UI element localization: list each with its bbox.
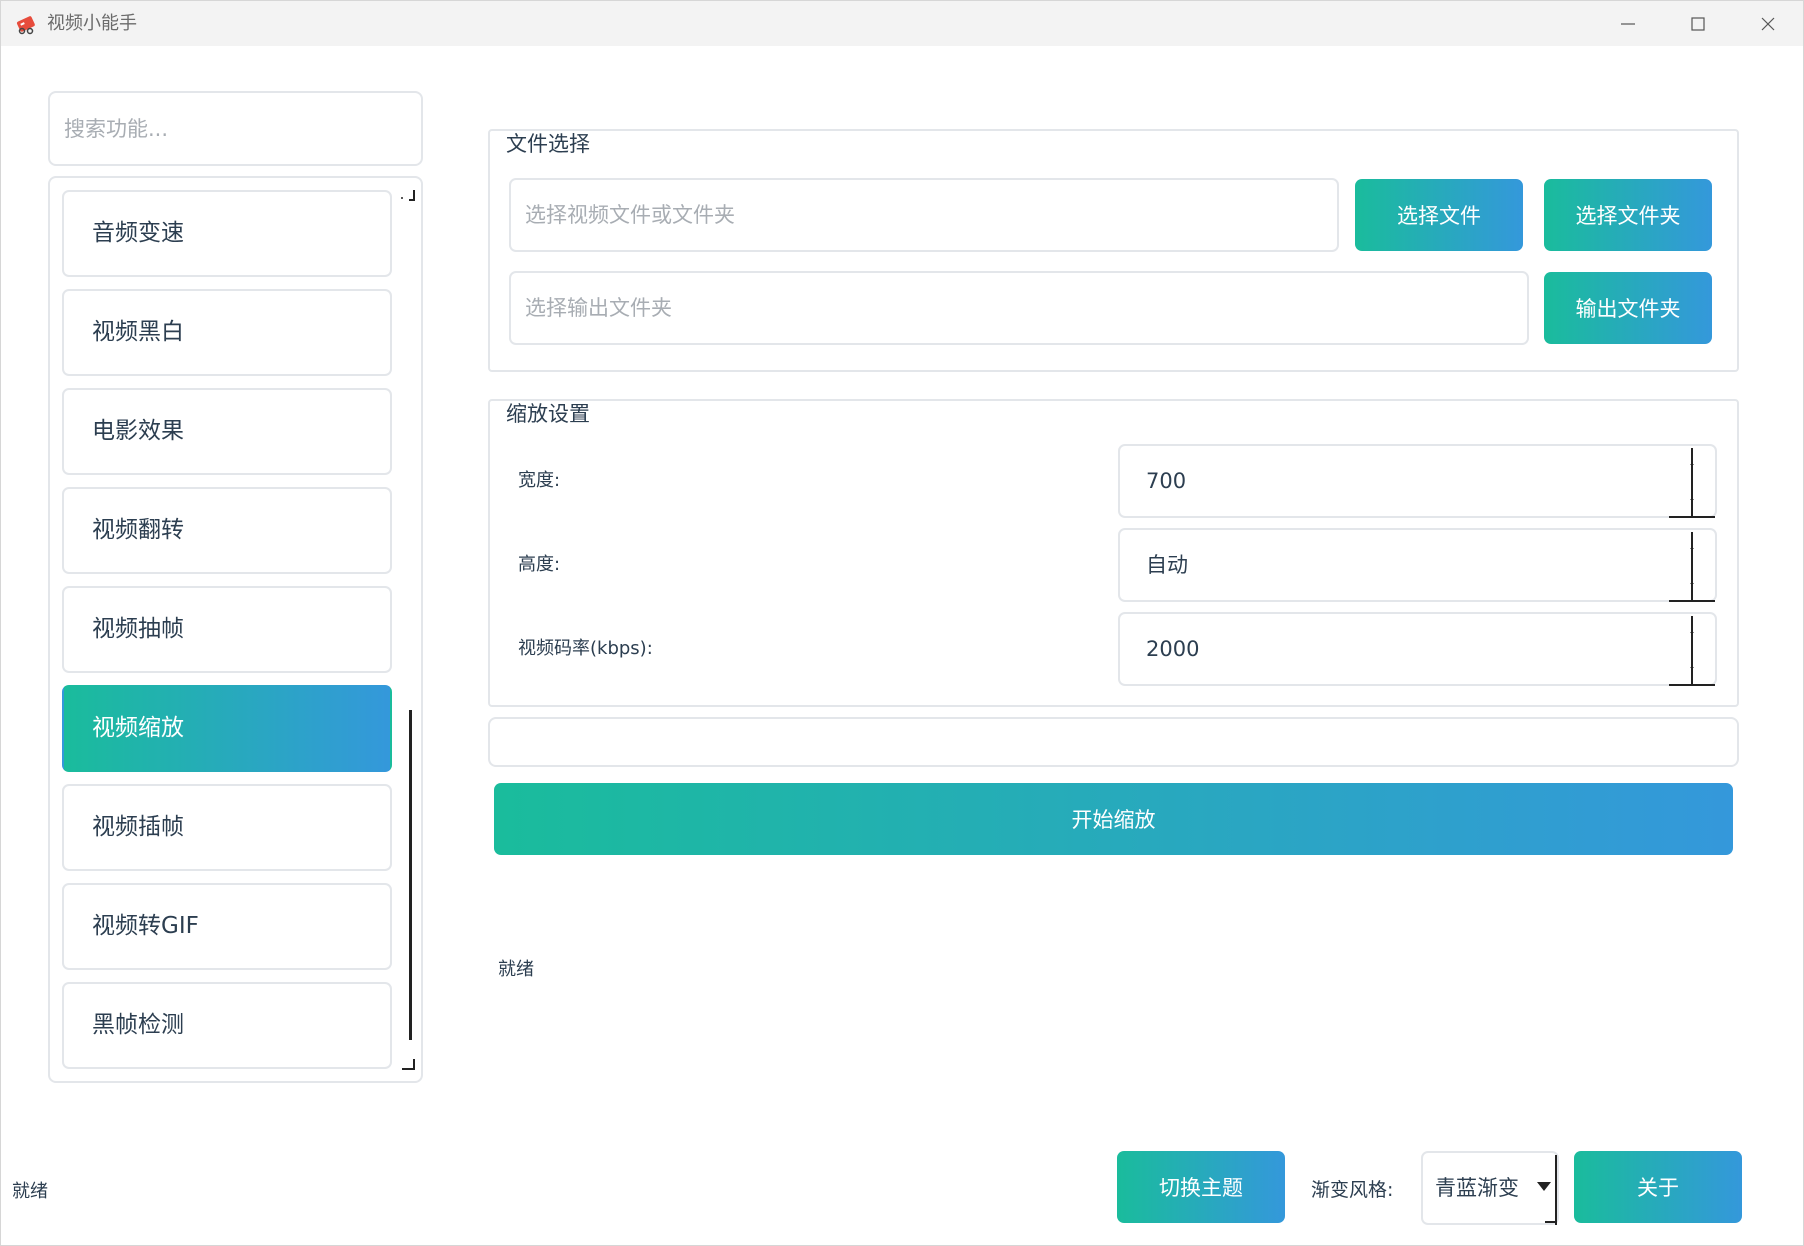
window-title: 视频小能手 bbox=[47, 13, 137, 34]
minimize-icon bbox=[1621, 22, 1635, 25]
maximize-icon bbox=[1691, 16, 1705, 31]
video-file-input[interactable] bbox=[509, 178, 1339, 252]
spin-divider bbox=[1691, 448, 1693, 518]
status-bar-text: 就绪 bbox=[12, 1181, 48, 1202]
sidebar-item-video-flip[interactable]: 视频翻转 bbox=[62, 487, 392, 574]
dropdown-arrow-icon bbox=[1537, 1182, 1551, 1191]
spin-bottom-edge bbox=[1669, 600, 1715, 602]
close-icon bbox=[1761, 17, 1775, 30]
file-selection-title: 文件选择 bbox=[504, 131, 592, 157]
sidebar-item-video-to-gif[interactable]: 视频转GIF bbox=[62, 883, 392, 970]
output-folder-button[interactable]: 输出文件夹 bbox=[1544, 272, 1712, 344]
panel-status-text: 就绪 bbox=[498, 959, 534, 980]
gradient-style-value: 青蓝渐变 bbox=[1435, 1176, 1519, 1200]
select-edge bbox=[1555, 1155, 1557, 1225]
select-folder-button[interactable]: 选择文件夹 bbox=[1544, 179, 1712, 251]
sidebar-item-black-frame-detect[interactable]: 黑帧检测 bbox=[62, 982, 392, 1069]
maximize-button[interactable] bbox=[1663, 1, 1733, 46]
select-file-button[interactable]: 选择文件 bbox=[1355, 179, 1523, 251]
height-spin-buttons bbox=[1669, 530, 1715, 602]
progress-bar bbox=[488, 717, 1739, 767]
title-bar: 视频小能手 bbox=[1, 1, 1803, 46]
scroll-up-icon[interactable] bbox=[400, 186, 416, 202]
sidebar-item-video-grayscale[interactable]: 视频黑白 bbox=[62, 289, 392, 376]
sidebar-scrollbar[interactable] bbox=[398, 182, 420, 1077]
width-spinbox[interactable]: 700 bbox=[1118, 444, 1717, 518]
spin-divider bbox=[1691, 532, 1693, 602]
spin-bottom-edge bbox=[1669, 516, 1715, 518]
bitrate-value: 2000 bbox=[1146, 637, 1200, 661]
function-list: 音频变速 视频黑白 电影效果 视频翻转 视频抽帧 视频缩放 视频插帧 视频转GI… bbox=[48, 176, 423, 1083]
minimize-button[interactable] bbox=[1593, 1, 1663, 46]
height-label: 高度: bbox=[518, 554, 561, 575]
bitrate-label: 视频码率(kbps): bbox=[518, 638, 653, 659]
sidebar-item-movie-effect[interactable]: 电影效果 bbox=[62, 388, 392, 475]
output-folder-input[interactable] bbox=[509, 271, 1529, 345]
spin-bottom-edge bbox=[1669, 684, 1715, 686]
gradient-style-label: 渐变风格: bbox=[1311, 1179, 1394, 1201]
width-spin-buttons bbox=[1669, 446, 1715, 518]
gradient-style-select[interactable]: 青蓝渐变 bbox=[1421, 1151, 1559, 1225]
spin-divider bbox=[1691, 616, 1693, 686]
height-value: 自动 bbox=[1146, 553, 1188, 577]
close-button[interactable] bbox=[1733, 1, 1803, 46]
width-value: 700 bbox=[1146, 469, 1187, 493]
sidebar-item-video-scale[interactable]: 视频缩放 bbox=[62, 685, 392, 772]
search-input[interactable] bbox=[48, 91, 423, 166]
width-label: 宽度: bbox=[518, 470, 561, 491]
bitrate-spinbox[interactable]: 2000 bbox=[1118, 612, 1717, 686]
about-button[interactable]: 关于 bbox=[1574, 1151, 1742, 1223]
height-spinbox[interactable]: 自动 bbox=[1118, 528, 1717, 602]
scrollbar-thumb[interactable] bbox=[404, 710, 412, 1040]
sidebar-item-audio-speed[interactable]: 音频变速 bbox=[62, 190, 392, 277]
bitrate-spin-buttons bbox=[1669, 614, 1715, 686]
switch-theme-button[interactable]: 切换主题 bbox=[1117, 1151, 1285, 1223]
start-scale-button[interactable]: 开始缩放 bbox=[494, 783, 1733, 855]
video-app-icon bbox=[16, 16, 35, 35]
scale-settings-title: 缩放设置 bbox=[504, 401, 592, 427]
sidebar-item-frame-extract[interactable]: 视频抽帧 bbox=[62, 586, 392, 673]
select-edge-bottom bbox=[1545, 1221, 1557, 1223]
sidebar-item-frame-interpolate[interactable]: 视频插帧 bbox=[62, 784, 392, 871]
app-window: 视频小能手 音频变速 视频黑白 电影效果 视频翻转 视频抽帧 视频缩放 视频插帧… bbox=[0, 0, 1804, 1246]
scroll-down-icon[interactable] bbox=[400, 1055, 416, 1071]
function-list-items: 音频变速 视频黑白 电影效果 视频翻转 视频抽帧 视频缩放 视频插帧 视频转GI… bbox=[62, 190, 392, 1081]
